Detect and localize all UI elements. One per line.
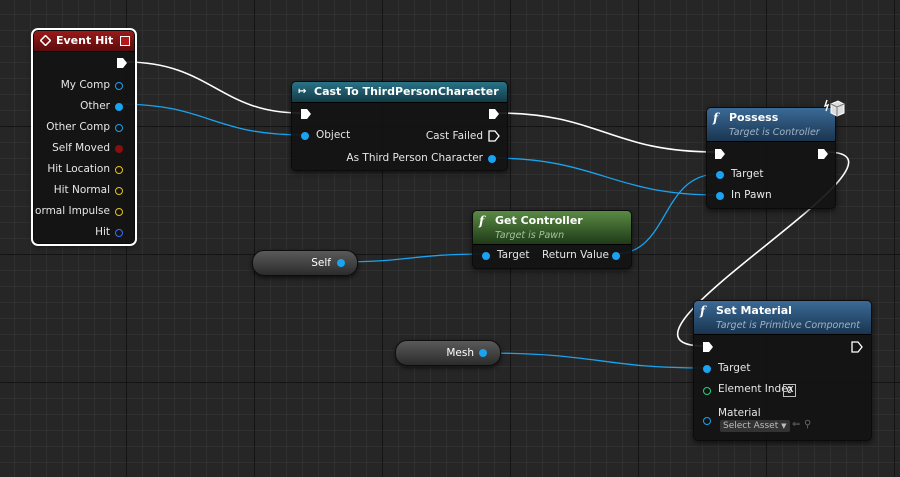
function-f-icon: f <box>713 111 719 125</box>
pin-label-hit-location: Hit Location <box>47 163 110 175</box>
set-material-material-pin-icon[interactable] <box>703 417 711 425</box>
possess-target-pin-icon[interactable] <box>716 171 724 179</box>
cast-object-pin-icon[interactable] <box>301 132 309 140</box>
get-controller-target-pin-icon[interactable] <box>482 252 490 260</box>
search-icon[interactable]: ⚲ <box>804 419 811 430</box>
cast-result-label: As Third Person Character <box>346 152 483 164</box>
cast-arrow-icon: ↦ <box>298 86 307 97</box>
get-controller-target-label: Target <box>497 249 530 261</box>
function-f-icon: f <box>700 304 706 318</box>
get-controller-subtitle: Target is Pawn <box>495 230 565 241</box>
pin-label-other: Other <box>80 100 110 112</box>
set-material-index-pin-icon[interactable] <box>703 387 711 395</box>
cast-failed-label: Cast Failed <box>425 130 483 142</box>
possess-header: f Possess Target is Controller <box>707 108 835 142</box>
pin-other-comp-icon[interactable] <box>115 124 123 132</box>
event-hit-header: Event Hit <box>34 31 134 52</box>
get-controller-title: Get Controller <box>495 214 583 227</box>
pin-hit-normal-icon[interactable] <box>115 187 123 195</box>
data-wire-other-to-object <box>117 103 305 136</box>
self-pin-icon[interactable] <box>337 259 345 267</box>
cast-node[interactable]: ↦ Cast To ThirdPersonCharacter Object Ca… <box>291 81 508 171</box>
network-cube-icon <box>822 96 846 120</box>
set-material-header: f Set Material Target is Primitive Compo… <box>694 301 871 335</box>
exec-wire-event-to-cast <box>125 61 301 114</box>
possess-pawn-label: In Pawn <box>731 189 772 201</box>
pin-normal-impulse-icon[interactable] <box>115 208 123 216</box>
set-material-material-label: Material <box>718 407 761 419</box>
possess-target-label: Target <box>731 168 764 180</box>
mesh-label: Mesh <box>446 347 474 359</box>
pin-label-hit-normal: Hit Normal <box>53 184 110 196</box>
pin-hit-location-icon[interactable] <box>115 166 123 174</box>
pin-self-moved-icon[interactable] <box>115 145 123 153</box>
possess-subtitle: Target is Controller <box>729 127 820 138</box>
cast-result-pin-icon[interactable] <box>488 155 496 163</box>
event-hit-close-icon[interactable] <box>120 36 130 46</box>
select-asset-label: Select Asset <box>723 421 779 431</box>
set-material-title: Set Material <box>716 304 792 317</box>
pin-label-hit: Hit <box>95 226 110 238</box>
possess-title: Possess <box>729 111 779 124</box>
cast-title: Cast To ThirdPersonCharacter <box>314 85 499 98</box>
set-material-target-pin-icon[interactable] <box>703 365 711 373</box>
chevron-down-icon: ▼ <box>781 422 787 430</box>
pin-label-normal-impulse: Normal Impulse <box>33 205 110 217</box>
data-wire-mesh-to-target <box>481 352 706 369</box>
possess-pawn-pin-icon[interactable] <box>716 192 724 200</box>
mesh-pin-icon[interactable] <box>479 349 487 357</box>
self-label: Self <box>311 257 331 269</box>
exec-wire-cast-to-possess <box>496 112 717 153</box>
use-asset-arrow-icon[interactable]: ⇐ <box>792 419 800 430</box>
event-hit-node[interactable]: Event Hit My Comp Other Other Comp Self … <box>31 28 137 246</box>
element-index-field[interactable]: 0 <box>783 384 796 397</box>
data-wire-self-to-target <box>339 253 486 263</box>
get-controller-header: f Get Controller Target is Pawn <box>473 211 631 245</box>
select-asset-dropdown[interactable]: Select Asset ▼ <box>720 420 790 432</box>
data-wire-asthird-to-pawn <box>490 157 719 196</box>
possess-node[interactable]: f Possess Target is Controller Target In… <box>706 107 836 209</box>
set-material-node[interactable]: f Set Material Target is Primitive Compo… <box>693 300 872 441</box>
pin-label-my-comp: My Comp <box>60 79 110 91</box>
mesh-node[interactable]: Mesh <box>395 340 501 366</box>
pin-other-icon[interactable] <box>115 103 123 111</box>
get-controller-return-label: Return Value <box>541 249 609 261</box>
get-controller-node[interactable]: f Get Controller Target is Pawn Target R… <box>472 210 632 269</box>
pin-hit-icon[interactable] <box>115 229 123 237</box>
cast-header: ↦ Cast To ThirdPersonCharacter <box>292 82 507 103</box>
pin-my-comp-icon[interactable] <box>115 82 123 90</box>
set-material-subtitle: Target is Primitive Component <box>716 320 860 331</box>
event-diamond-icon <box>39 31 52 52</box>
event-hit-title: Event Hit <box>56 34 114 47</box>
self-node[interactable]: Self <box>252 250 358 276</box>
pin-label-self-moved: Self Moved <box>52 142 110 154</box>
pin-label-other-comp: Other Comp <box>46 121 110 133</box>
set-material-target-label: Target <box>718 362 751 374</box>
function-f-icon: f <box>479 214 485 228</box>
cast-object-label: Object <box>316 129 351 141</box>
get-controller-return-pin-icon[interactable] <box>612 252 620 260</box>
